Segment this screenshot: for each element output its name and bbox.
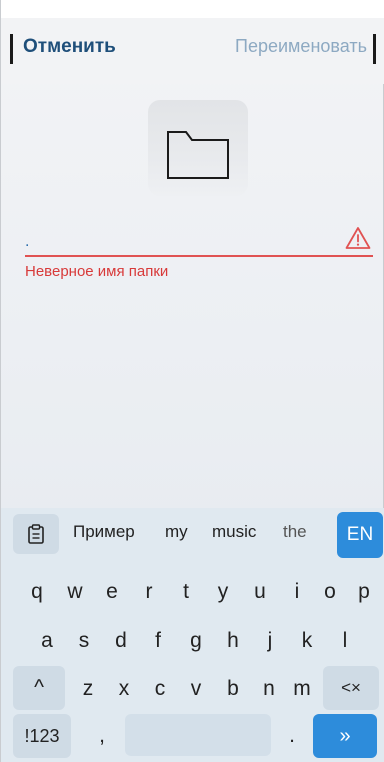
on-screen-keyboard: Пример my music the EN q w e r t y u i o… bbox=[1, 508, 384, 762]
clipboard-button[interactable] bbox=[13, 514, 59, 554]
space-key[interactable] bbox=[125, 714, 271, 756]
clipboard-icon bbox=[28, 524, 44, 544]
key-u[interactable]: u bbox=[243, 571, 277, 613]
key-f[interactable]: f bbox=[141, 620, 175, 662]
symbols-key[interactable]: !123 bbox=[13, 714, 71, 758]
key-r[interactable]: r bbox=[132, 571, 166, 613]
status-bar-area bbox=[1, 0, 384, 18]
key-j[interactable]: j bbox=[253, 620, 287, 662]
language-switch-button[interactable]: EN bbox=[337, 512, 383, 558]
key-q[interactable]: q bbox=[20, 571, 54, 613]
key-v[interactable]: v bbox=[179, 668, 213, 710]
folder-preview bbox=[148, 100, 248, 196]
suggestion-2[interactable]: my bbox=[165, 522, 188, 542]
key-e[interactable]: e bbox=[95, 571, 129, 613]
shift-key[interactable]: ^ bbox=[13, 666, 65, 710]
key-h[interactable]: h bbox=[216, 620, 250, 662]
key-m[interactable]: m bbox=[285, 668, 319, 710]
cancel-button[interactable]: Отменить bbox=[23, 36, 116, 58]
key-i[interactable]: i bbox=[280, 571, 314, 613]
input-underline bbox=[25, 255, 373, 257]
suggestion-3[interactable]: music bbox=[212, 522, 256, 542]
key-b[interactable]: b bbox=[216, 668, 250, 710]
folder-icon bbox=[167, 131, 229, 179]
comma-key[interactable]: , bbox=[87, 714, 117, 758]
backspace-key[interactable]: <× bbox=[323, 666, 379, 710]
key-l[interactable]: l bbox=[328, 620, 362, 662]
key-a[interactable]: a bbox=[30, 620, 64, 662]
key-x[interactable]: x bbox=[107, 668, 141, 710]
key-k[interactable]: k bbox=[290, 620, 324, 662]
suggestion-1[interactable]: Пример bbox=[73, 522, 135, 542]
left-edge-marker bbox=[10, 34, 13, 64]
key-w[interactable]: w bbox=[58, 571, 92, 613]
right-edge-marker bbox=[373, 34, 376, 64]
key-g[interactable]: g bbox=[179, 620, 213, 662]
folder-name-field[interactable] bbox=[25, 222, 373, 258]
key-o[interactable]: o bbox=[313, 571, 347, 613]
key-y[interactable]: y bbox=[206, 571, 240, 613]
period-key[interactable]: . bbox=[277, 714, 307, 758]
key-z[interactable]: z bbox=[71, 668, 105, 710]
key-t[interactable]: t bbox=[169, 571, 203, 613]
folder-name-input[interactable] bbox=[25, 230, 325, 254]
error-message: Неверное имя папки bbox=[25, 263, 169, 280]
warning-icon bbox=[345, 227, 371, 249]
rename-dialog: Отменить Переименовать Неверное имя папк… bbox=[0, 0, 384, 762]
suggestion-4[interactable]: the bbox=[283, 522, 307, 542]
key-d[interactable]: d bbox=[104, 620, 138, 662]
key-n[interactable]: n bbox=[252, 668, 286, 710]
enter-key[interactable]: » bbox=[313, 714, 377, 758]
rename-button[interactable]: Переименовать bbox=[235, 36, 367, 57]
key-s[interactable]: s bbox=[67, 620, 101, 662]
key-c[interactable]: c bbox=[143, 668, 177, 710]
key-p[interactable]: p bbox=[347, 571, 381, 613]
